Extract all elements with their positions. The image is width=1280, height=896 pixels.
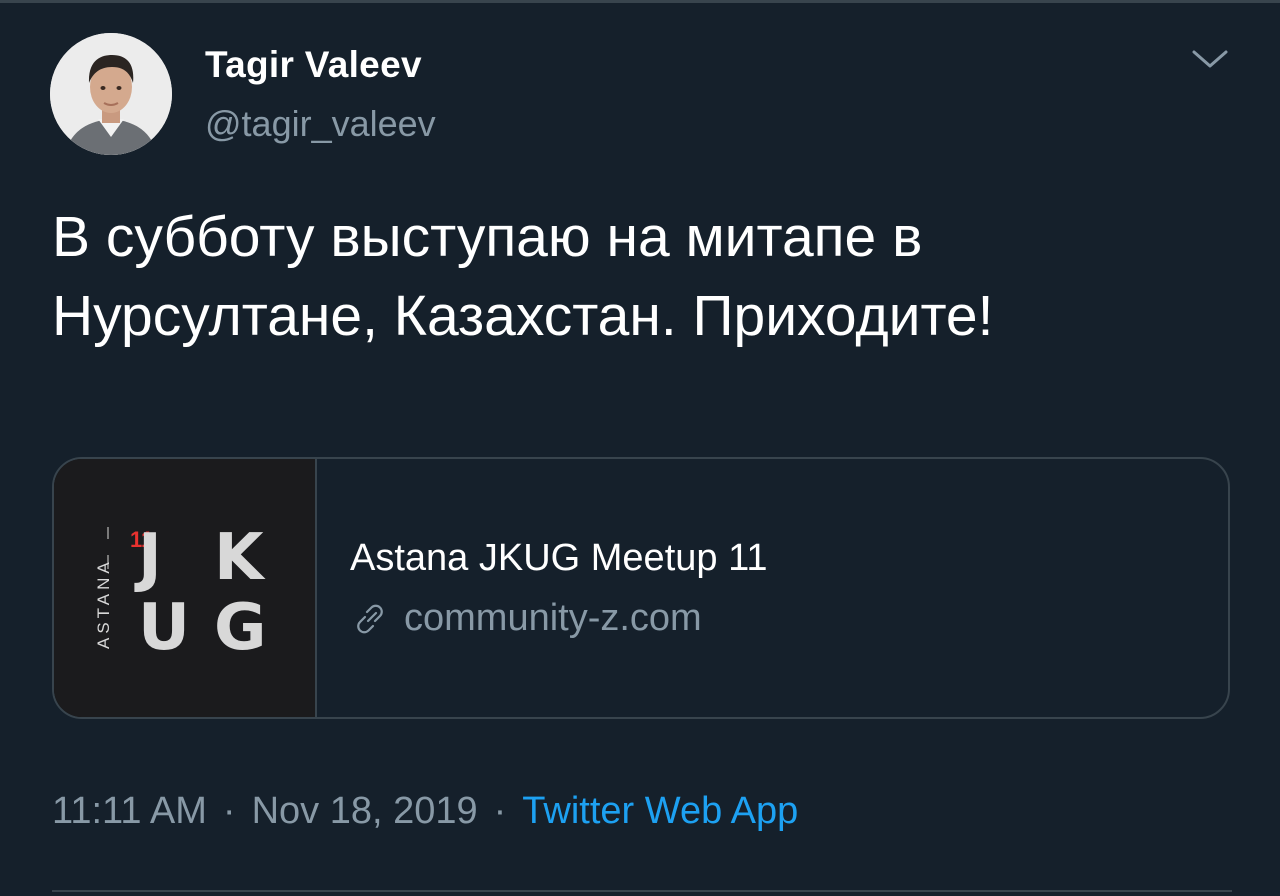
link-card[interactable]: ASTANA 11 J K U G Astana JKUG Meetup 11 (52, 457, 1230, 719)
tweet-source-link[interactable]: Twitter Web App (522, 790, 798, 832)
logo-letter-g: G (214, 591, 267, 665)
meta-separator: · (493, 790, 507, 832)
card-title[interactable]: Astana JKUG Meetup 11 (350, 537, 768, 580)
logo-letter-j: J (134, 521, 162, 595)
link-icon (350, 599, 390, 639)
tweet-meta: 11:11 AM · Nov 18, 2019 · Twitter Web App (52, 790, 798, 833)
card-thumbnail: ASTANA 11 J K U G (54, 459, 317, 717)
logo-vertical-text: ASTANA (94, 558, 113, 649)
chevron-down-icon[interactable] (1188, 44, 1232, 74)
meta-separator: · (222, 790, 236, 832)
author-handle[interactable]: @tagir_valeev (205, 103, 436, 145)
tweet-date[interactable]: Nov 18, 2019 (252, 790, 478, 832)
logo-letter-u: U (138, 591, 190, 665)
bottom-divider (52, 890, 1232, 892)
avatar[interactable] (50, 33, 172, 155)
card-domain-text: community-z.com (404, 597, 702, 639)
top-divider (0, 0, 1280, 3)
logo-letter-k: K (214, 521, 266, 595)
card-domain[interactable]: community-z.com (350, 597, 702, 640)
tweet: Tagir Valeev @tagir_valeev В субботу выс… (0, 0, 1280, 896)
jkug-logo: ASTANA 11 J K U G (54, 459, 315, 717)
tweet-time[interactable]: 11:11 AM (52, 790, 207, 832)
tweet-text-line: Нурсултане, Казахстан. Приходите! (52, 284, 994, 348)
author-display-name[interactable]: Tagir Valeev (205, 44, 422, 86)
tweet-text: В субботу выступаю на митапе в Нурсултан… (52, 198, 1252, 356)
tweet-text-line: В субботу выступаю на митапе в (52, 205, 923, 269)
